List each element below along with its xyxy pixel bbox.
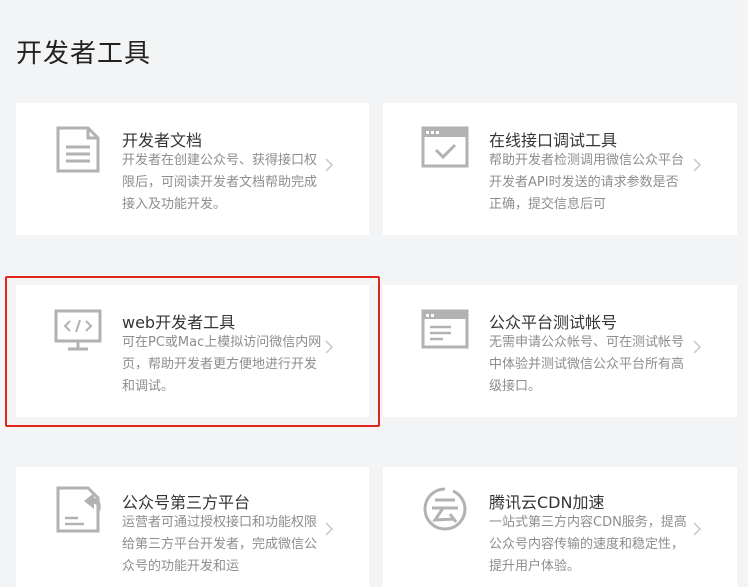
tool-description: 一站式第三方内容CDN服务，提高公众号内容传输的速度和稳定性，提升用户体验。 — [489, 515, 687, 574]
chevron-right-icon — [325, 158, 334, 172]
tool-card-web-devtools[interactable]: web开发者工具 可在PC或Mac上模拟访问微信内网页，帮助开发者更方便地进行开… — [16, 285, 369, 417]
tool-description: 运营者可通过授权接口和功能权限给第三方平台开发者，完成微信公众号的功能开发和运 — [122, 515, 318, 574]
page-title: 开发者工具 — [16, 39, 152, 70]
code-monitor-icon — [54, 309, 102, 351]
debug-window-icon — [421, 126, 469, 168]
cloud-cdn-icon — [423, 487, 467, 531]
chevron-right-icon — [693, 522, 702, 536]
test-account-icon — [421, 309, 469, 349]
tool-description: 可在PC或Mac上模拟访问微信内网页，帮助开发者更方便地进行开发和调试。 — [122, 335, 322, 394]
tool-card-cloud-cdn[interactable]: 腾讯云CDN加速 一站式第三方内容CDN服务，提高公众号内容传输的速度和稳定性，… — [383, 467, 737, 587]
chevron-right-icon — [325, 340, 334, 354]
tool-title: 在线接口调试工具 — [489, 131, 618, 150]
tool-card-test-account[interactable]: 公众平台测试帐号 无需申请公众帐号、可在测试帐号中体验并测试微信公众平台所有高级… — [383, 285, 737, 417]
tool-card-third-party[interactable]: 公众号第三方平台 运营者可通过授权接口和功能权限给第三方平台开发者，完成微信公众… — [16, 467, 369, 587]
tool-title: 公众平台测试帐号 — [489, 313, 618, 332]
third-party-icon — [56, 486, 101, 533]
document-icon — [56, 126, 100, 173]
tool-title: 公众号第三方平台 — [122, 493, 251, 512]
tool-title: 开发者文档 — [122, 131, 203, 150]
chevron-right-icon — [693, 158, 702, 172]
tool-card-developer-docs[interactable]: 开发者文档 开发者在创建公众号、获得接口权限后，可阅读开发者文档帮助完成接入及功… — [16, 103, 369, 235]
tool-description: 帮助开发者检测调用微信公众平台开发者API时发送的请求参数是否正确，提交信息后可 — [489, 153, 685, 212]
chevron-right-icon — [693, 340, 702, 354]
tool-description: 开发者在创建公众号、获得接口权限后，可阅读开发者文档帮助完成接入及功能开发。 — [122, 153, 318, 212]
chevron-right-icon — [325, 522, 334, 536]
tool-title: 腾讯云CDN加速 — [489, 493, 605, 512]
tool-description: 无需申请公众帐号、可在测试帐号中体验并测试微信公众平台所有高级接口。 — [489, 335, 685, 394]
tool-title: web开发者工具 — [122, 313, 236, 332]
tool-card-api-debugger[interactable]: 在线接口调试工具 帮助开发者检测调用微信公众平台开发者API时发送的请求参数是否… — [383, 103, 737, 235]
